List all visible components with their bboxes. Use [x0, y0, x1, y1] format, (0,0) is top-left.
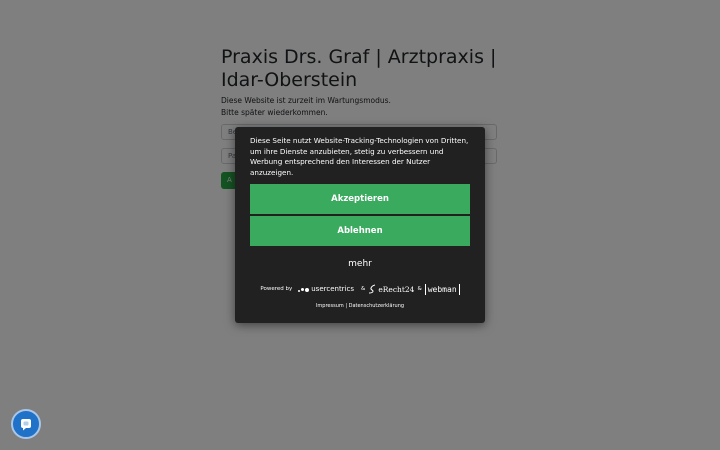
usercentrics-logo[interactable]: usercentrics [298, 285, 354, 293]
datenschutz-link[interactable]: Datenschutzerklärung [349, 303, 404, 309]
cookie-consent-dialog: Diese Seite nutzt Website-Tracking-Techn… [235, 127, 485, 323]
webman-logo[interactable]: webman [424, 283, 460, 295]
accept-button[interactable]: Akzeptieren [250, 184, 470, 214]
usercentrics-dots-icon [298, 286, 310, 292]
impressum-link[interactable]: Impressum [316, 303, 344, 309]
link-separator: | [345, 303, 348, 309]
powered-by-label: Powered by [260, 286, 293, 292]
erecht-swirl-icon [369, 284, 376, 294]
deny-button[interactable]: Ablehnen [250, 216, 470, 246]
more-link[interactable]: mehr [235, 258, 485, 270]
usercentrics-brand: usercentrics [311, 285, 355, 293]
erecht24-logo[interactable]: eRecht24 [368, 284, 414, 294]
legal-links: Impressum | Datenschutzerklärung [235, 303, 485, 310]
chat-icon [21, 419, 31, 431]
consent-text: Diese Seite nutzt Website-Tracking-Techn… [250, 136, 469, 177]
erecht24-brand: eRecht24 [378, 284, 415, 294]
powered-by-bar: Powered by usercentrics & eRecht24 & web… [235, 281, 485, 297]
ampersand-2: & [417, 286, 422, 292]
chat-button[interactable] [11, 409, 41, 439]
ampersand: & [361, 286, 366, 292]
